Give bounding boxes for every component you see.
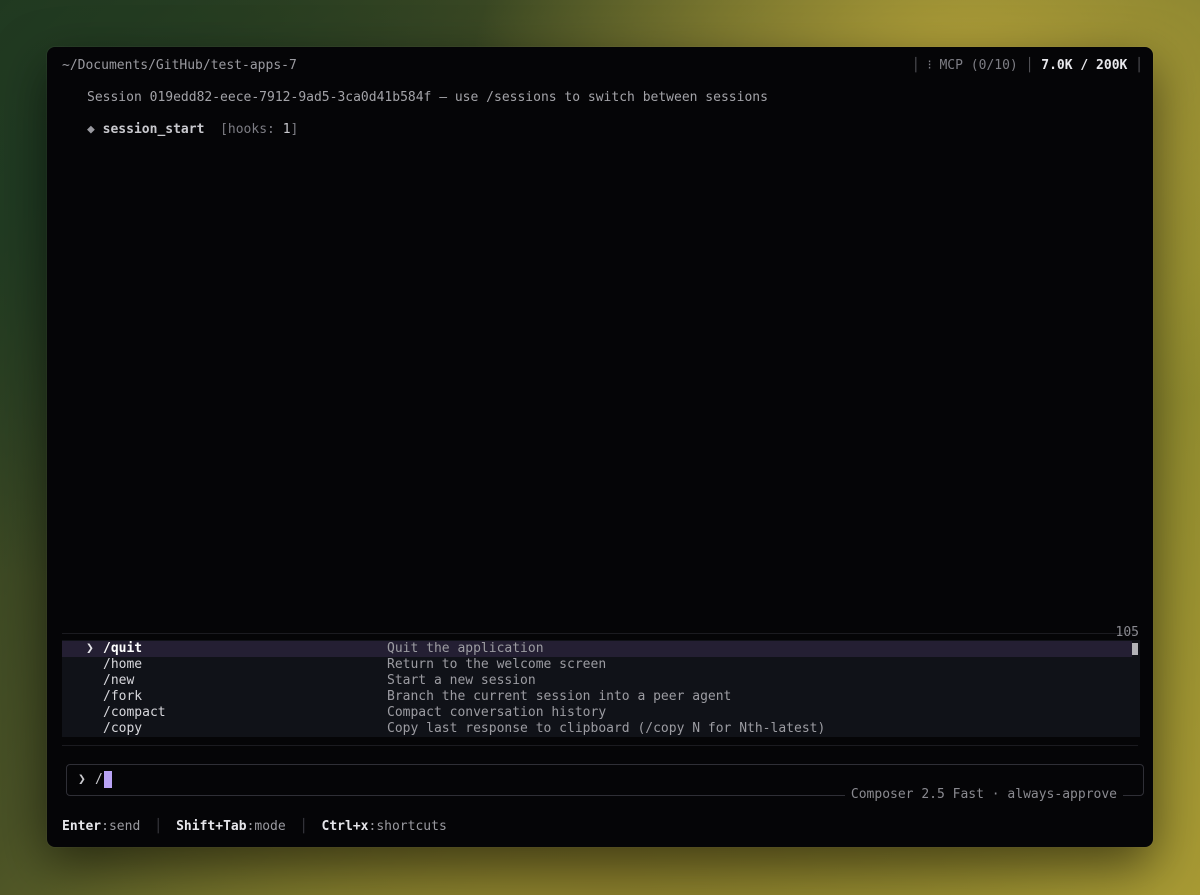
shortcut-bar: Enter:send │ Shift+Tab:mode │ Ctrl+x:sho… <box>62 819 447 835</box>
hook-entry: ◆ session_start [hooks: 1] <box>87 122 298 138</box>
menu-item-command: /copy <box>103 721 143 736</box>
menu-item-fork[interactable]: /fork Branch the current session into a … <box>62 689 1132 705</box>
menu-item-quit[interactable]: ❯ /quit Quit the application <box>62 641 1132 657</box>
menu-item-copy[interactable]: /copy Copy last response to clipboard (/… <box>62 721 1132 737</box>
input-value[interactable]: / <box>95 772 103 788</box>
divider <box>62 745 1138 746</box>
shortcut-key: Ctrl+x <box>321 819 369 834</box>
scrollbar[interactable] <box>1132 643 1138 655</box>
menu-item-command: /compact <box>103 705 166 720</box>
prompt-chevron-icon: ❯ <box>78 772 86 787</box>
hook-name: session_start <box>102 122 205 137</box>
menu-item-description: Return to the welcome screen <box>387 657 607 672</box>
shortcut-action: :mode <box>246 819 286 834</box>
separator: │ <box>911 58 928 73</box>
separator: │ <box>1017 58 1042 73</box>
shortcut-send[interactable]: Enter:send <box>62 819 140 835</box>
separator: │ <box>299 819 308 834</box>
shortcut-shortcuts[interactable]: Ctrl+x:shortcuts <box>322 819 447 835</box>
menu-item-home[interactable]: /home Return to the welcome screen <box>62 657 1132 673</box>
shortcut-action: :shortcuts <box>368 819 447 834</box>
text-cursor <box>104 771 112 788</box>
hook-meta-prefix: [hooks: <box>220 122 283 137</box>
token-usage: 7.0K / 200K <box>1041 58 1128 73</box>
selection-caret-icon: ❯ <box>86 641 94 656</box>
shortcut-key: Enter <box>62 819 102 834</box>
menu-item-description: Compact conversation history <box>387 705 607 720</box>
menu-item-compact[interactable]: /compact Compact conversation history <box>62 705 1132 721</box>
separator: │ <box>1127 58 1143 73</box>
mcp-status[interactable]: ⁝ MCP (0/10) <box>928 58 1018 74</box>
prompt-input[interactable]: ❯ / Composer 2.5 Fast · always-approve <box>66 764 1144 803</box>
working-directory: ~/Documents/GitHub/test-apps-7 <box>62 58 297 73</box>
menu-item-description: Start a new session <box>387 673 536 688</box>
menu-item-command: /quit <box>103 641 143 656</box>
command-menu: ❯ /quit Quit the application /home Retur… <box>62 640 1140 737</box>
terminal-window: ~/Documents/GitHub/test-apps-7 │ ⁝ MCP (… <box>47 47 1153 847</box>
menu-item-new[interactable]: /new Start a new session <box>62 673 1132 689</box>
command-count: 105 <box>1115 625 1139 640</box>
menu-item-description: Copy last response to clipboard (/copy N… <box>387 721 826 736</box>
hook-meta-suffix: ] <box>290 122 299 137</box>
mcp-label: MCP (0/10) <box>939 58 1018 73</box>
separator: │ <box>154 819 163 834</box>
hook-count: 1 <box>282 122 291 137</box>
diamond-icon: ◆ <box>87 122 103 137</box>
menu-item-description: Quit the application <box>387 641 544 656</box>
shortcut-mode[interactable]: Shift+Tab:mode <box>176 819 286 835</box>
status-bar: │ ⁝ MCP (0/10) │ 7.0K / 200K │ <box>912 58 1143 74</box>
menu-item-command: /home <box>103 657 143 672</box>
model-mode-status[interactable]: Composer 2.5 Fast · always-approve <box>844 787 1123 803</box>
divider <box>62 633 1138 634</box>
mcp-icon: ⁝ <box>927 58 940 73</box>
shortcut-key: Shift+Tab <box>176 819 247 834</box>
menu-item-command: /fork <box>103 689 143 704</box>
session-info: Session 019edd82-eece-7912-9ad5-3ca0d41b… <box>87 90 768 105</box>
menu-item-command: /new <box>103 673 135 688</box>
menu-item-description: Branch the current session into a peer a… <box>387 689 732 704</box>
shortcut-action: :send <box>101 819 141 834</box>
